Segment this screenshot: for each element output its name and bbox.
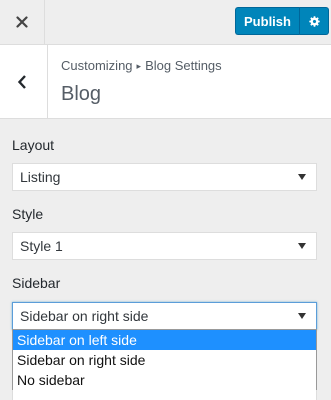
chevron-down-icon — [298, 174, 306, 180]
customizer-header: Publish — [0, 0, 331, 45]
sidebar-option-right[interactable]: Sidebar on right side — [13, 350, 316, 370]
sidebar-dropdown-list: Sidebar on left side Sidebar on right si… — [12, 329, 317, 391]
back-divider — [47, 45, 48, 118]
sidebar-label: Sidebar — [12, 275, 61, 291]
style-select[interactable]: Style 1 — [12, 232, 317, 260]
style-label: Style — [12, 206, 44, 222]
close-button[interactable] — [0, 0, 45, 44]
back-button[interactable] — [0, 45, 48, 118]
chevron-left-icon — [17, 74, 26, 89]
section-header: Customizing ▸ Blog Settings Blog — [0, 45, 331, 119]
publish-button[interactable]: Publish — [235, 7, 299, 35]
layout-select[interactable]: Listing — [12, 163, 317, 191]
section-title: Blog — [61, 83, 102, 105]
sidebar-select[interactable]: Sidebar on right side — [12, 302, 317, 330]
breadcrumb-separator-icon: ▸ — [136, 61, 142, 71]
sidebar-option-none[interactable]: No sidebar — [13, 370, 316, 390]
publish-group: Publish — [235, 7, 329, 35]
chevron-down-icon — [298, 243, 306, 249]
breadcrumb: Customizing ▸ Blog Settings — [61, 58, 222, 73]
publish-settings-button[interactable] — [299, 7, 329, 35]
sidebar-select-value: Sidebar on right side — [20, 308, 149, 324]
layout-select-value: Listing — [20, 169, 61, 185]
panel-bottom-edge — [12, 390, 317, 400]
close-icon — [16, 16, 28, 28]
layout-label: Layout — [12, 137, 55, 153]
gear-icon — [308, 15, 320, 27]
style-select-value: Style 1 — [20, 238, 63, 254]
sidebar-option-left[interactable]: Sidebar on left side — [13, 330, 316, 350]
chevron-down-icon — [298, 313, 306, 319]
breadcrumb-current: Blog Settings — [145, 58, 222, 73]
breadcrumb-parent: Customizing — [61, 58, 133, 73]
